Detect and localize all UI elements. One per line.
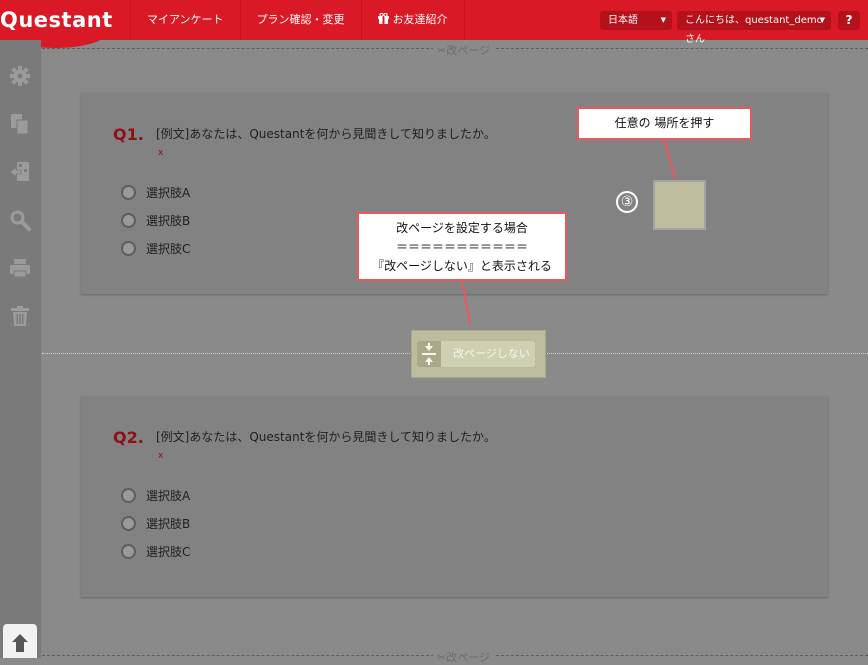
option-label: 選択肢C xyxy=(146,544,191,559)
nav-my-survey[interactable]: マイアンケート xyxy=(130,0,240,40)
language-label: 日本語 xyxy=(608,15,638,26)
language-select[interactable]: 日本語 ▼ xyxy=(600,11,672,30)
option-row[interactable]: 選択肢B xyxy=(121,212,190,228)
print-icon[interactable] xyxy=(9,257,31,279)
required-mark: x xyxy=(158,451,164,461)
required-mark: x xyxy=(158,148,164,158)
no-pagebreak-label: 改ページしない xyxy=(453,347,530,360)
nav-refer-friend[interactable]: お友達紹介 xyxy=(360,0,465,40)
option-row[interactable]: 選択肢A xyxy=(121,487,190,503)
radio-button[interactable] xyxy=(121,543,136,559)
option-row[interactable]: 選択肢A xyxy=(121,184,190,200)
chevron-down-icon: ▼ xyxy=(660,16,666,24)
radio-button[interactable] xyxy=(121,515,136,531)
help-button[interactable]: ? xyxy=(838,11,860,30)
gift-icon xyxy=(377,13,389,24)
question-card-2[interactable]: Q2. [例文]あなたは、Questantを何から見聞きして知りましたか。 x … xyxy=(81,396,828,597)
collapse-icon xyxy=(417,341,441,367)
callout-line: ＝＝＝＝＝＝＝＝＝＝＝ xyxy=(395,240,528,254)
no-pagebreak-button[interactable]: 改ページしない xyxy=(417,341,535,367)
pagebreak-label[interactable]: ✂改ページ xyxy=(433,649,494,665)
question-text[interactable]: [例文]あなたは、Questantを何から見聞きして知りましたか。 xyxy=(156,428,496,445)
question-text[interactable]: [例文]あなたは、Questantを何から見聞きして知りましたか。 xyxy=(156,125,496,142)
scroll-top-button[interactable] xyxy=(3,624,37,658)
top-header: マイアンケート プラン確認・変更 お友達紹介 日本語 ▼ こんにちは、quest… xyxy=(0,0,868,45)
option-label: 選択肢A xyxy=(146,185,191,200)
sidebar xyxy=(0,40,41,658)
radio-button[interactable] xyxy=(121,212,136,228)
nav-refer-friend-label: お友達紹介 xyxy=(392,13,448,26)
option-label: 選択肢A xyxy=(146,488,191,503)
pagebreak-callout: 改ページを設定する場合 ＝＝＝＝＝＝＝＝＝＝＝ 『改ページしない』と表示される xyxy=(357,212,567,281)
tap-anywhere-callout: 任意の 場所を押す xyxy=(577,107,752,140)
radio-button[interactable] xyxy=(121,487,136,503)
main-nav: マイアンケート プラン確認・変更 お友達紹介 xyxy=(130,0,465,40)
option-label: 選択肢B xyxy=(146,516,191,531)
user-greeting: こんにちは、questant_demoさん xyxy=(685,15,823,45)
pagebreak-label[interactable]: ✂改ページ xyxy=(433,42,494,58)
question-number: Q1. xyxy=(113,125,144,144)
user-menu[interactable]: こんにちは、questant_demoさん ▼ xyxy=(677,11,831,45)
step-number-badge: ③ xyxy=(616,191,638,213)
question-number: Q2. xyxy=(113,428,144,447)
arrow-up-icon xyxy=(12,634,28,652)
option-label: 選択肢C xyxy=(146,241,191,256)
callout-line: 改ページを設定する場合 xyxy=(396,221,528,235)
option-row[interactable]: 選択肢C xyxy=(121,543,190,559)
nav-plan[interactable]: プラン確認・変更 xyxy=(239,0,361,40)
import-icon[interactable] xyxy=(9,161,31,183)
option-row[interactable]: 選択肢B xyxy=(121,515,190,531)
option-row[interactable]: 選択肢C xyxy=(121,240,190,256)
radio-button[interactable] xyxy=(121,240,136,256)
callout-line: 『改ページしない』と表示される xyxy=(372,259,552,273)
gear-icon[interactable] xyxy=(9,65,31,87)
search-icon[interactable] xyxy=(9,209,31,231)
radio-button[interactable] xyxy=(121,184,136,200)
pagebreak-toggle-highlight: 改ページしない xyxy=(411,330,546,378)
copy-icon[interactable] xyxy=(9,113,31,135)
chevron-down-icon: ▼ xyxy=(819,16,825,24)
option-label: 選択肢B xyxy=(146,213,191,228)
trash-icon[interactable] xyxy=(9,305,31,327)
tap-target-highlight xyxy=(653,180,706,230)
